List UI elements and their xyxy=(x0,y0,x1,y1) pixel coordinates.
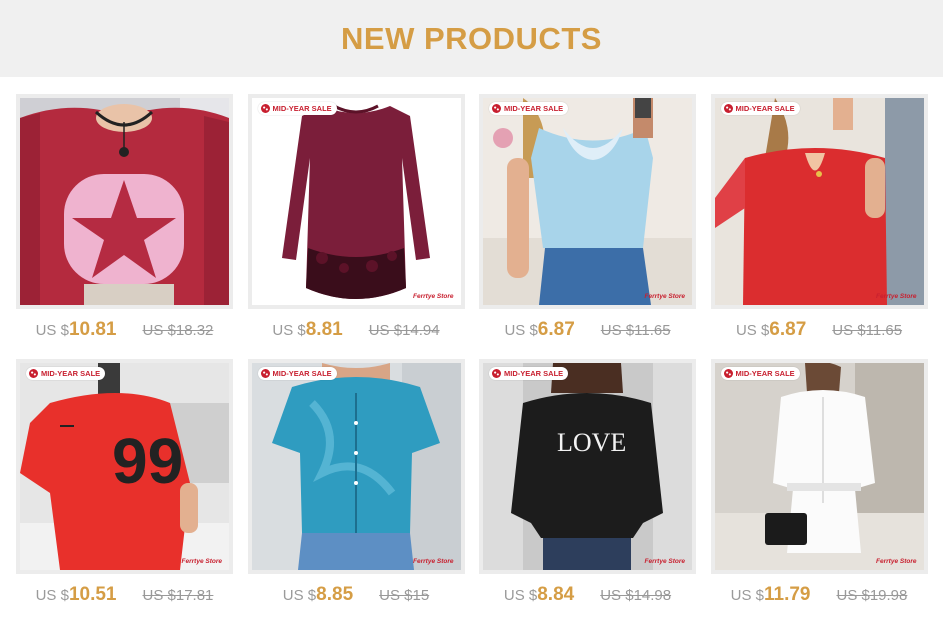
store-watermark: Ferrtye Store xyxy=(413,558,454,565)
current-price: US $8.81 xyxy=(272,319,343,340)
store-watermark: Ferrtye Store xyxy=(876,558,917,565)
store-watermark: Ferrtye Store xyxy=(876,293,917,300)
sale-tag-icon xyxy=(492,369,501,378)
sale-tag-icon xyxy=(723,104,733,113)
sale-badge-label: MID-YEAR SALE xyxy=(735,104,795,113)
product-image[interactable]: LOVE MID-YEAR SALE Ferrtye Store xyxy=(483,363,692,570)
sale-badge: MID-YEAR SALE xyxy=(720,102,800,115)
svg-text:LOVE: LOVE xyxy=(557,428,626,457)
current-price: US $8.84 xyxy=(503,584,575,605)
product-image[interactable] xyxy=(20,98,229,305)
product-card[interactable]: LOVE MID-YEAR SALE Ferrtye Store US $8.8… xyxy=(479,359,696,624)
product-card[interactable]: MID-YEAR SALE Ferrtye Store US $8.81 US … xyxy=(247,94,465,359)
original-price: US $14.98 xyxy=(600,587,672,604)
original-price: US $14.94 xyxy=(368,322,440,339)
current-price: US $6.87 xyxy=(735,319,807,340)
product-image-frame[interactable]: MID-YEAR SALE Ferrtye Store xyxy=(479,94,696,309)
section-title: NEW PRODUCTS xyxy=(341,20,602,56)
sale-tag-icon xyxy=(492,104,501,113)
store-watermark: Ferrtye Store xyxy=(644,558,685,565)
product-image-frame[interactable]: MID-YEAR SALE Ferrtye Store xyxy=(247,94,465,309)
section-header: NEW PRODUCTS xyxy=(0,0,943,77)
product-grid: US $10.81 US $18.32 MID-YEAR SALE Ferrty… xyxy=(16,94,928,624)
price-row: US $11.79 US $19.98 xyxy=(711,584,928,606)
price-row: US $10.51 US $17.81 xyxy=(16,584,233,606)
sale-badge-label: MID-YEAR SALE xyxy=(272,369,332,378)
store-watermark: Ferrtye Store xyxy=(413,293,454,300)
original-price: US $18.32 xyxy=(142,322,214,339)
price-row: US $10.81 US $18.32 xyxy=(16,319,233,341)
product-image-frame[interactable] xyxy=(16,94,233,309)
product-image-frame[interactable]: MID-YEAR SALE Ferrtye Store xyxy=(710,359,928,574)
original-price: US $19.98 xyxy=(836,587,908,604)
product-image[interactable]: MID-YEAR SALE Ferrtye Store xyxy=(714,98,924,305)
store-watermark: Ferrtye Store xyxy=(181,558,222,565)
product-image[interactable]: MID-YEAR SALE Ferrtye Store xyxy=(714,363,924,570)
price-row: US $6.87 US $11.65 xyxy=(479,319,696,341)
product-image-frame[interactable]: LOVE MID-YEAR SALE Ferrtye Store xyxy=(479,359,696,574)
price-row: US $6.87 US $11.65 xyxy=(711,319,928,341)
price-row: US $8.84 US $14.98 xyxy=(479,584,696,606)
product-image-frame[interactable]: MID-YEAR SALE Ferrtye Store xyxy=(247,359,465,574)
sale-badge-label: MID-YEAR SALE xyxy=(41,369,101,378)
sale-badge-label: MID-YEAR SALE xyxy=(735,369,795,378)
sale-badge: MID-YEAR SALE xyxy=(489,102,569,115)
sale-badge: MID-YEAR SALE xyxy=(489,367,569,380)
current-price: US $10.81 xyxy=(35,319,117,340)
original-price: US $11.65 xyxy=(832,322,903,339)
sale-tag-icon xyxy=(260,369,270,378)
original-price: US $15 xyxy=(379,587,430,604)
product-card[interactable]: US $10.81 US $18.32 xyxy=(16,94,233,359)
sale-badge: MID-YEAR SALE xyxy=(26,367,106,380)
product-card[interactable]: 99 MID-YEAR SALE Ferrtye Store US $10.51… xyxy=(16,359,233,624)
original-price: US $17.81 xyxy=(142,587,214,604)
sale-badge-label: MID-YEAR SALE xyxy=(504,104,564,113)
product-image[interactable]: MID-YEAR SALE Ferrtye Store xyxy=(251,363,461,570)
product-image[interactable]: MID-YEAR SALE Ferrtye Store xyxy=(251,98,461,305)
current-price: US $8.85 xyxy=(282,584,354,605)
product-image-frame[interactable]: MID-YEAR SALE Ferrtye Store xyxy=(710,94,928,309)
store-watermark: Ferrtye Store xyxy=(644,293,685,300)
price-row: US $8.85 US $15 xyxy=(248,584,465,606)
product-card[interactable]: MID-YEAR SALE Ferrtye Store US $6.87 US … xyxy=(479,94,696,359)
current-price: US $11.79 xyxy=(730,584,811,605)
sale-badge-label: MID-YEAR SALE xyxy=(272,104,332,113)
current-price: US $10.51 xyxy=(35,584,117,605)
product-image[interactable]: MID-YEAR SALE Ferrtye Store xyxy=(483,98,692,305)
sale-badge: MID-YEAR SALE xyxy=(257,367,337,380)
sale-badge: MID-YEAR SALE xyxy=(720,367,800,380)
product-card[interactable]: MID-YEAR SALE Ferrtye Store US $6.87 US … xyxy=(710,94,928,359)
current-price: US $6.87 xyxy=(504,319,575,340)
sale-badge: MID-YEAR SALE xyxy=(257,102,337,115)
price-row: US $8.81 US $14.94 xyxy=(248,319,465,341)
svg-text:99: 99 xyxy=(112,425,183,497)
sale-tag-icon xyxy=(723,369,733,378)
product-card[interactable]: MID-YEAR SALE Ferrtye Store US $11.79 US… xyxy=(710,359,928,624)
sale-tag-icon xyxy=(29,369,38,378)
product-image[interactable]: 99 MID-YEAR SALE Ferrtye Store xyxy=(20,363,229,570)
original-price: US $11.65 xyxy=(600,322,671,339)
product-image-frame[interactable]: 99 MID-YEAR SALE Ferrtye Store xyxy=(16,359,233,574)
sale-badge-label: MID-YEAR SALE xyxy=(504,369,564,378)
sale-tag-icon xyxy=(260,104,270,113)
product-card[interactable]: MID-YEAR SALE Ferrtye Store US $8.85 US … xyxy=(247,359,465,624)
